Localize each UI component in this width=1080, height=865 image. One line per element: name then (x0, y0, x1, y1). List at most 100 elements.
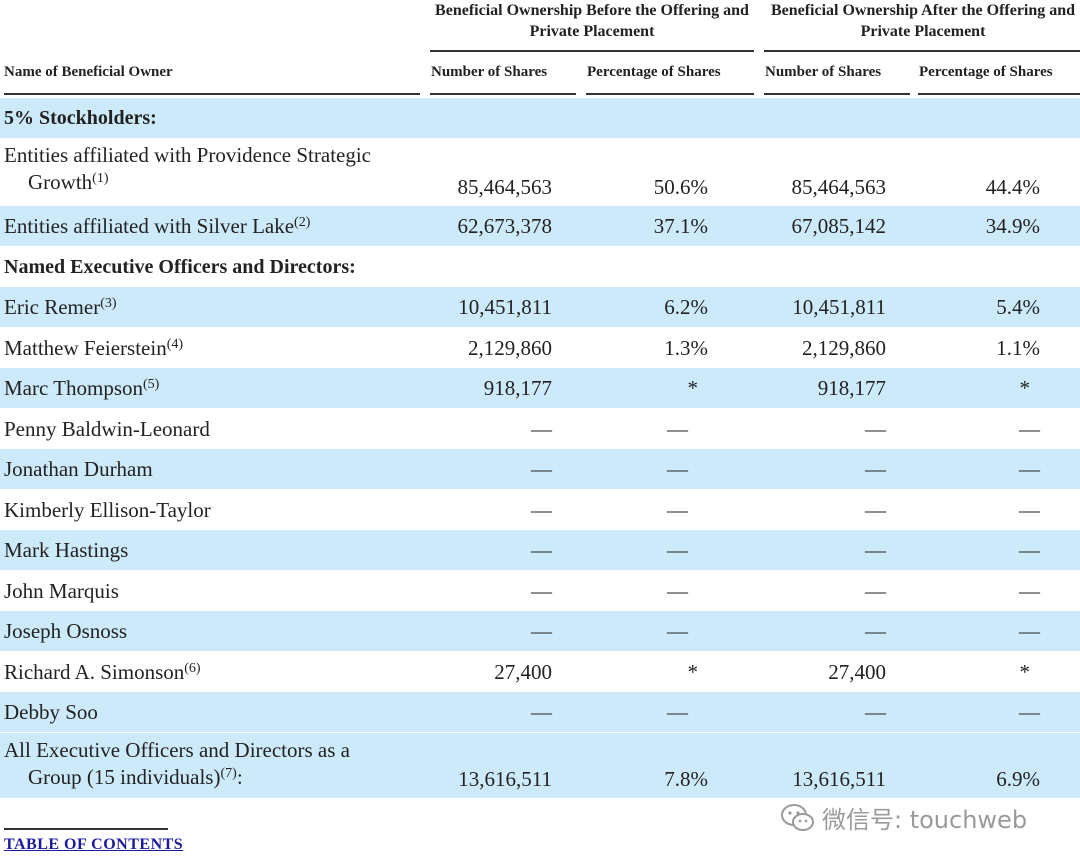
table-row: Richard A. Simonson(6) 27,400 * 27,400 * (0, 651, 1080, 692)
pct-after: — (1019, 416, 1040, 441)
footnote-ref: (3) (100, 296, 117, 311)
column-header-name: Name of Beneficial Owner (4, 64, 173, 80)
pct-before: — (667, 578, 688, 603)
section-row-officers-directors: Named Executive Officers and Directors: (0, 246, 1080, 287)
group-rule-before (430, 50, 754, 52)
footnote-ref: (2) (294, 215, 311, 230)
shares-after: 27,400 (828, 659, 886, 684)
pct-before: 7.8% (664, 767, 708, 791)
header-rule-shares-after (764, 93, 910, 95)
shares-after: 10,451,811 (792, 295, 886, 319)
pct-after: 34.9% (985, 214, 1040, 238)
table-row: Debby Soo — — — — (0, 692, 1080, 732)
shares-after: 13,616,511 (792, 767, 886, 791)
watermark: 微信号: touchweb (780, 800, 1027, 835)
footnote-ref: (7) (220, 766, 237, 781)
shares-after: 85,464,563 (791, 175, 887, 199)
watermark-text: 微信号: touchweb (822, 806, 1028, 834)
pct-after: 6.9% (996, 767, 1040, 791)
shares-before: — (531, 700, 552, 724)
table-row: Joseph Osnoss — — — — (0, 611, 1080, 651)
owner-name: Eric Remer(3) (4, 295, 117, 319)
owner-name: Mark Hastings (4, 538, 129, 562)
table-row: Entities affiliated with Silver Lake(2) … (0, 206, 1080, 246)
column-header-pct-after: Percentage of Shares (919, 64, 1053, 80)
shares-after: — (865, 619, 886, 643)
owner-name: Jonathan Durham (4, 457, 153, 481)
table-row: John Marquis — — — — (0, 570, 1080, 611)
shares-before: — (531, 416, 552, 441)
shares-after: — (865, 457, 886, 481)
pct-after: 1.1% (996, 335, 1040, 360)
shares-after: 67,085,142 (791, 214, 887, 238)
column-header-pct-before: Percentage of Shares (587, 64, 721, 80)
table-row: Eric Remer(3) 10,451,811 6.2% 10,451,811… (0, 287, 1080, 327)
pct-after: — (1019, 578, 1040, 603)
shares-after: — (865, 497, 886, 522)
section-label: 5% Stockholders: (4, 107, 157, 129)
table-row: Marc Thompson(5) 918,177 * 918,177 * (0, 368, 1080, 408)
pct-before: — (667, 457, 688, 481)
section-row-5pct-stockholders: 5% Stockholders: (0, 98, 1080, 138)
owner-name: Richard A. Simonson(6) (4, 659, 201, 684)
footer-rule (4, 828, 168, 830)
pct-after: — (1019, 538, 1040, 562)
pct-after: — (1019, 619, 1040, 643)
pct-before: 1.3% (664, 335, 708, 360)
pct-before: 37.1% (653, 214, 708, 238)
footnote-ref: (4) (166, 336, 184, 352)
shares-before: 918,177 (483, 376, 552, 400)
pct-after: * (1019, 376, 1031, 400)
table-row-total: All Executive Officers and Directors as … (0, 733, 1080, 798)
header-rule-pct-after (918, 93, 1080, 95)
group-header-after: Beneficial Ownership After the Offering … (770, 2, 1076, 40)
table-of-contents-link[interactable]: TABLE OF CONTENTS (4, 836, 183, 854)
pct-before: * (687, 659, 699, 684)
shares-after: 2,129,860 (802, 335, 886, 360)
section-label: Named Executive Officers and Directors: (4, 255, 356, 278)
pct-before: 6.2% (664, 295, 708, 319)
owner-name: Debby Soo (4, 700, 98, 724)
pct-after: — (1019, 497, 1040, 522)
shares-after: — (865, 700, 886, 724)
shares-after: 918,177 (817, 376, 886, 400)
shares-before: — (531, 538, 552, 562)
shares-before: — (531, 578, 552, 603)
table-row: Penny Baldwin-Leonard — — — — (0, 408, 1080, 449)
header-rule-pct-before (586, 93, 754, 95)
footnote-ref: (6) (184, 660, 201, 676)
pct-before: — (667, 497, 688, 522)
header-rule-shares-before (430, 93, 576, 95)
shares-before: 13,616,511 (458, 767, 552, 791)
footnote-ref: (1) (92, 171, 109, 186)
pct-after: 5.4% (996, 295, 1040, 319)
owner-name: John Marquis (4, 578, 119, 603)
shares-before: 10,451,811 (458, 295, 552, 319)
shares-after: — (865, 416, 886, 441)
pct-after: * (1019, 659, 1031, 684)
wechat-icon (781, 803, 814, 831)
column-header-shares-after: Number of Shares (765, 64, 882, 80)
table-row: Matthew Feierstein(4) 2,129,860 1.3% 2,1… (0, 327, 1080, 368)
group-header-before: Beneficial Ownership Before the Offering… (435, 2, 749, 40)
pct-before: — (667, 416, 688, 441)
pct-after: 44.4% (985, 175, 1040, 199)
pct-before: 50.6% (653, 175, 708, 199)
shares-before: 2,129,860 (468, 335, 552, 360)
pct-before: * (687, 376, 699, 400)
owner-name: Joseph Osnoss (4, 619, 128, 643)
footnote-ref: (5) (143, 377, 160, 392)
shares-before: 27,400 (494, 659, 552, 684)
owner-name: Kimberly Ellison-Taylor (4, 497, 211, 522)
owner-name: Matthew Feierstein(4) (4, 335, 184, 360)
shares-before: — (531, 457, 552, 481)
owner-name: Penny Baldwin-Leonard (4, 416, 210, 441)
owner-name: Marc Thompson(5) (4, 376, 160, 400)
header-rule-name (4, 93, 420, 95)
owner-name: All Executive Officers and Directors as … (4, 738, 350, 789)
shares-after: — (865, 538, 886, 562)
pct-after: — (1019, 457, 1040, 481)
pct-before: — (667, 700, 688, 724)
shares-before: — (531, 619, 552, 643)
table-row: Mark Hastings — — — — (0, 530, 1080, 570)
